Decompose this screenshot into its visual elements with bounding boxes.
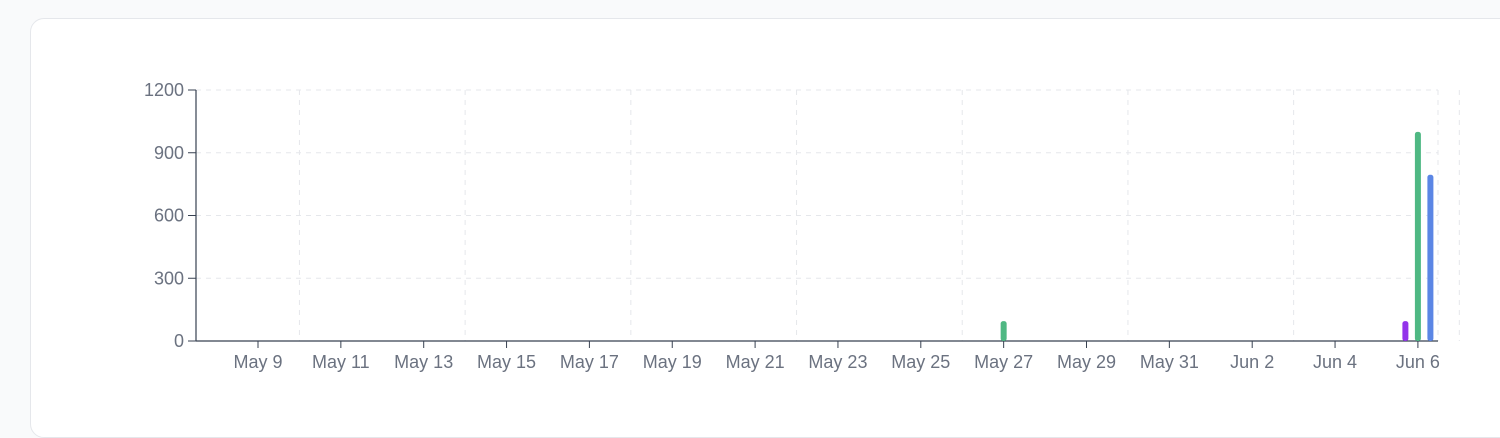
- tick-labels: 0 300 600 900 1200 May 9 May 11 May 13 May 15 May…: [144, 80, 1440, 372]
- bar[interactable]: [1402, 321, 1409, 341]
- x-tick-label: May 25: [891, 352, 950, 372]
- axes: [188, 89, 1438, 348]
- x-tick-label: May 15: [477, 352, 536, 372]
- x-tick-label: May 17: [560, 352, 619, 372]
- y-tick-label: 600: [154, 206, 184, 226]
- bar[interactable]: [1427, 174, 1434, 341]
- x-tick-label: May 23: [808, 352, 867, 372]
- bar-chart: 0 300 600 900 1200 May 9 May 11 May 13 May 15 May…: [144, 80, 1460, 372]
- y-tick-label: 900: [154, 143, 184, 163]
- x-tick-label: May 11: [312, 352, 370, 372]
- x-tick-label: May 27: [974, 352, 1033, 372]
- y-tick-label: 300: [154, 268, 184, 288]
- x-tick-label: May 31: [1140, 352, 1199, 372]
- bar[interactable]: [1414, 131, 1421, 341]
- x-tick-label: May 13: [394, 352, 453, 372]
- y-tick-label: 0: [174, 331, 184, 351]
- y-tick-label: 1200: [144, 80, 184, 100]
- x-tick-label: Jun 6: [1396, 352, 1440, 372]
- bar[interactable]: [1000, 321, 1007, 341]
- grid-lines: [196, 89, 1460, 341]
- bars: [1000, 131, 1434, 341]
- x-tick-label: Jun 2: [1230, 352, 1274, 372]
- x-tick-label: May 19: [643, 352, 702, 372]
- x-tick-label: May 9: [233, 352, 282, 372]
- x-tick-label: May 21: [726, 352, 785, 372]
- x-tick-label: Jun 4: [1313, 352, 1357, 372]
- x-tick-label: May 29: [1057, 352, 1116, 372]
